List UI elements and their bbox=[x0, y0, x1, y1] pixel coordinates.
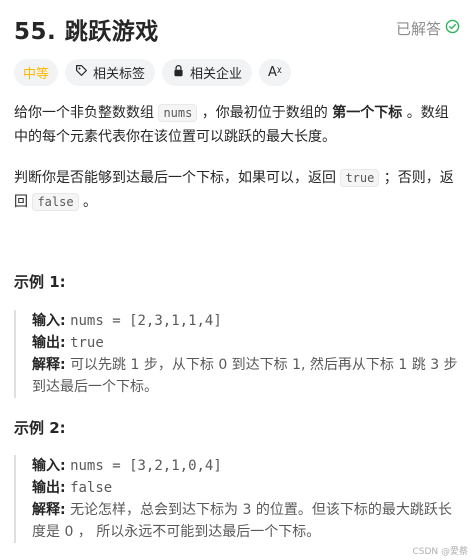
tag-icon bbox=[75, 64, 88, 81]
text: 判断你是否能够到达最后一个下标，如果可以，返回 bbox=[14, 170, 341, 186]
check-circle-icon bbox=[445, 19, 460, 38]
example-2-title: 示例 2: bbox=[14, 419, 66, 437]
related-companies-button[interactable]: 相关企业 bbox=[162, 59, 253, 86]
inline-code: false bbox=[32, 193, 79, 211]
label: 输入: bbox=[32, 458, 66, 474]
value: false bbox=[70, 480, 113, 496]
inline-code: nums bbox=[158, 104, 198, 122]
example-1-box: 输入: nums = [2,3,1,1,4] 输出: true 解释: 可以先跳… bbox=[14, 310, 460, 398]
label: 输入: bbox=[32, 313, 66, 329]
related-tags-button[interactable]: 相关标签 bbox=[65, 59, 156, 86]
related-tags-label: 相关标签 bbox=[93, 67, 146, 82]
related-companies-label: 相关企业 bbox=[190, 67, 243, 82]
label: 输出: bbox=[32, 480, 66, 496]
difficulty-badge: 中等 bbox=[14, 59, 59, 86]
lock-icon bbox=[172, 64, 185, 81]
example-2-box: 输入: nums = [3,2,1,0,4] 输出: false 解释: 无论怎… bbox=[14, 455, 460, 543]
description-paragraph-1: 给你一个非负整数数组 nums ，你最初位于数组的 第一个下标 。数组中的每个元… bbox=[14, 101, 460, 149]
value: 无论怎样，总会到达下标为 3 的位置。但该下标的最大跳跃长度是 0 ， 所以永远… bbox=[32, 502, 452, 540]
example-1-title: 示例 1: bbox=[14, 273, 66, 291]
example-explanation: 解释: 可以先跳 1 步，从下标 0 到达下标 1, 然后再从下标 1 跳 3 … bbox=[32, 354, 460, 398]
example-input: 输入: nums = [2,3,1,1,4] bbox=[32, 310, 460, 332]
solved-label: 已解答 bbox=[395, 20, 441, 38]
example-output: 输出: false bbox=[32, 477, 460, 499]
value: nums = [2,3,1,1,4] bbox=[70, 313, 222, 329]
example-output: 输出: true bbox=[32, 332, 460, 354]
label: 解释: bbox=[32, 357, 66, 373]
tag-bar: 中等 相关标签 相关企业 Aᵡ bbox=[14, 59, 291, 86]
text: 。 bbox=[78, 194, 98, 210]
value: 可以先跳 1 步，从下标 0 到达下标 1, 然后再从下标 1 跳 3 步到达最… bbox=[32, 357, 458, 395]
text: ，你最初位于数组的 bbox=[197, 105, 333, 121]
problem-header: 55. 跳跃游戏 已解答 bbox=[14, 8, 460, 45]
problem-title: 55. 跳跃游戏 bbox=[14, 19, 159, 45]
watermark: CSDN @愛蔡 bbox=[412, 547, 468, 557]
example-input: 输入: nums = [3,2,1,0,4] bbox=[32, 455, 460, 477]
text: 给你一个非负整数数组 bbox=[14, 105, 159, 121]
description-paragraph-2: 判断你是否能够到达最后一个下标，如果可以，返回 true ；否则，返回 fals… bbox=[14, 166, 460, 214]
inline-code: true bbox=[340, 169, 380, 187]
value: nums = [3,2,1,0,4] bbox=[70, 458, 222, 474]
label: 解释: bbox=[32, 502, 66, 518]
bold-text: 第一个下标 bbox=[332, 105, 403, 121]
solved-status[interactable]: 已解答 bbox=[396, 18, 460, 39]
example-explanation: 解释: 无论怎样，总会到达下标为 3 的位置。但该下标的最大跳跃长度是 0 ， … bbox=[32, 499, 460, 543]
translate-icon[interactable]: Aᵡ bbox=[259, 59, 291, 86]
value: true bbox=[70, 335, 104, 351]
label: 输出: bbox=[32, 335, 66, 351]
